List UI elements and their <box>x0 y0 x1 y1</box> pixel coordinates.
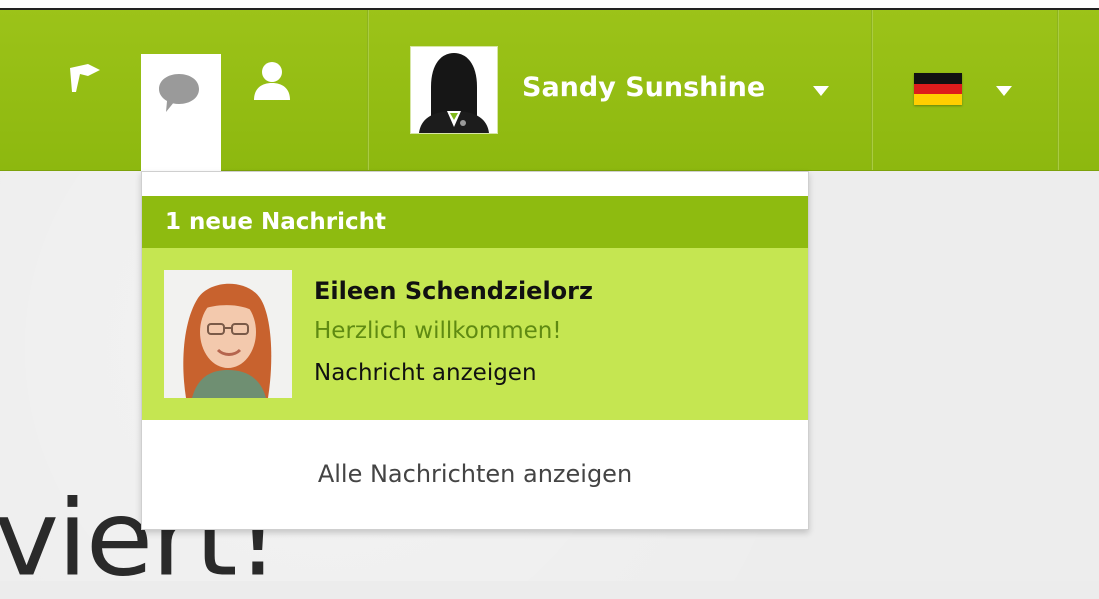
view-all-messages-link[interactable]: Alle Nachrichten anzeigen <box>142 420 808 528</box>
chevron-down-icon <box>813 86 829 96</box>
new-messages-count: 1 neue Nachricht <box>142 196 808 248</box>
language-flag-icon[interactable] <box>914 73 962 105</box>
notifications-button[interactable] <box>64 58 108 128</box>
contacts-button[interactable] <box>250 58 294 128</box>
message-sender: Eileen Schendzielorz <box>314 277 593 305</box>
divider <box>1057 10 1059 170</box>
chat-bubble-icon <box>157 72 201 118</box>
message-item[interactable]: Eileen Schendzielorz Herzlich willkommen… <box>142 248 808 420</box>
message-preview: Herzlich willkommen! <box>314 318 562 344</box>
view-message-link[interactable]: Nachricht anzeigen <box>314 360 537 386</box>
chevron-down-icon[interactable] <box>996 86 1012 96</box>
divider <box>871 10 873 170</box>
person-icon <box>250 58 294 106</box>
top-border <box>0 8 1099 10</box>
messages-dropdown: 1 neue Nachricht Eileen Schendzielorz He… <box>141 171 809 530</box>
user-name: Sandy Sunshine <box>522 72 766 103</box>
avatar <box>410 46 498 134</box>
divider <box>367 10 369 170</box>
user-menu[interactable]: Sandy Sunshine <box>410 46 870 134</box>
top-edge <box>0 0 1099 8</box>
sender-avatar <box>164 270 292 398</box>
flag-icon <box>66 58 106 102</box>
